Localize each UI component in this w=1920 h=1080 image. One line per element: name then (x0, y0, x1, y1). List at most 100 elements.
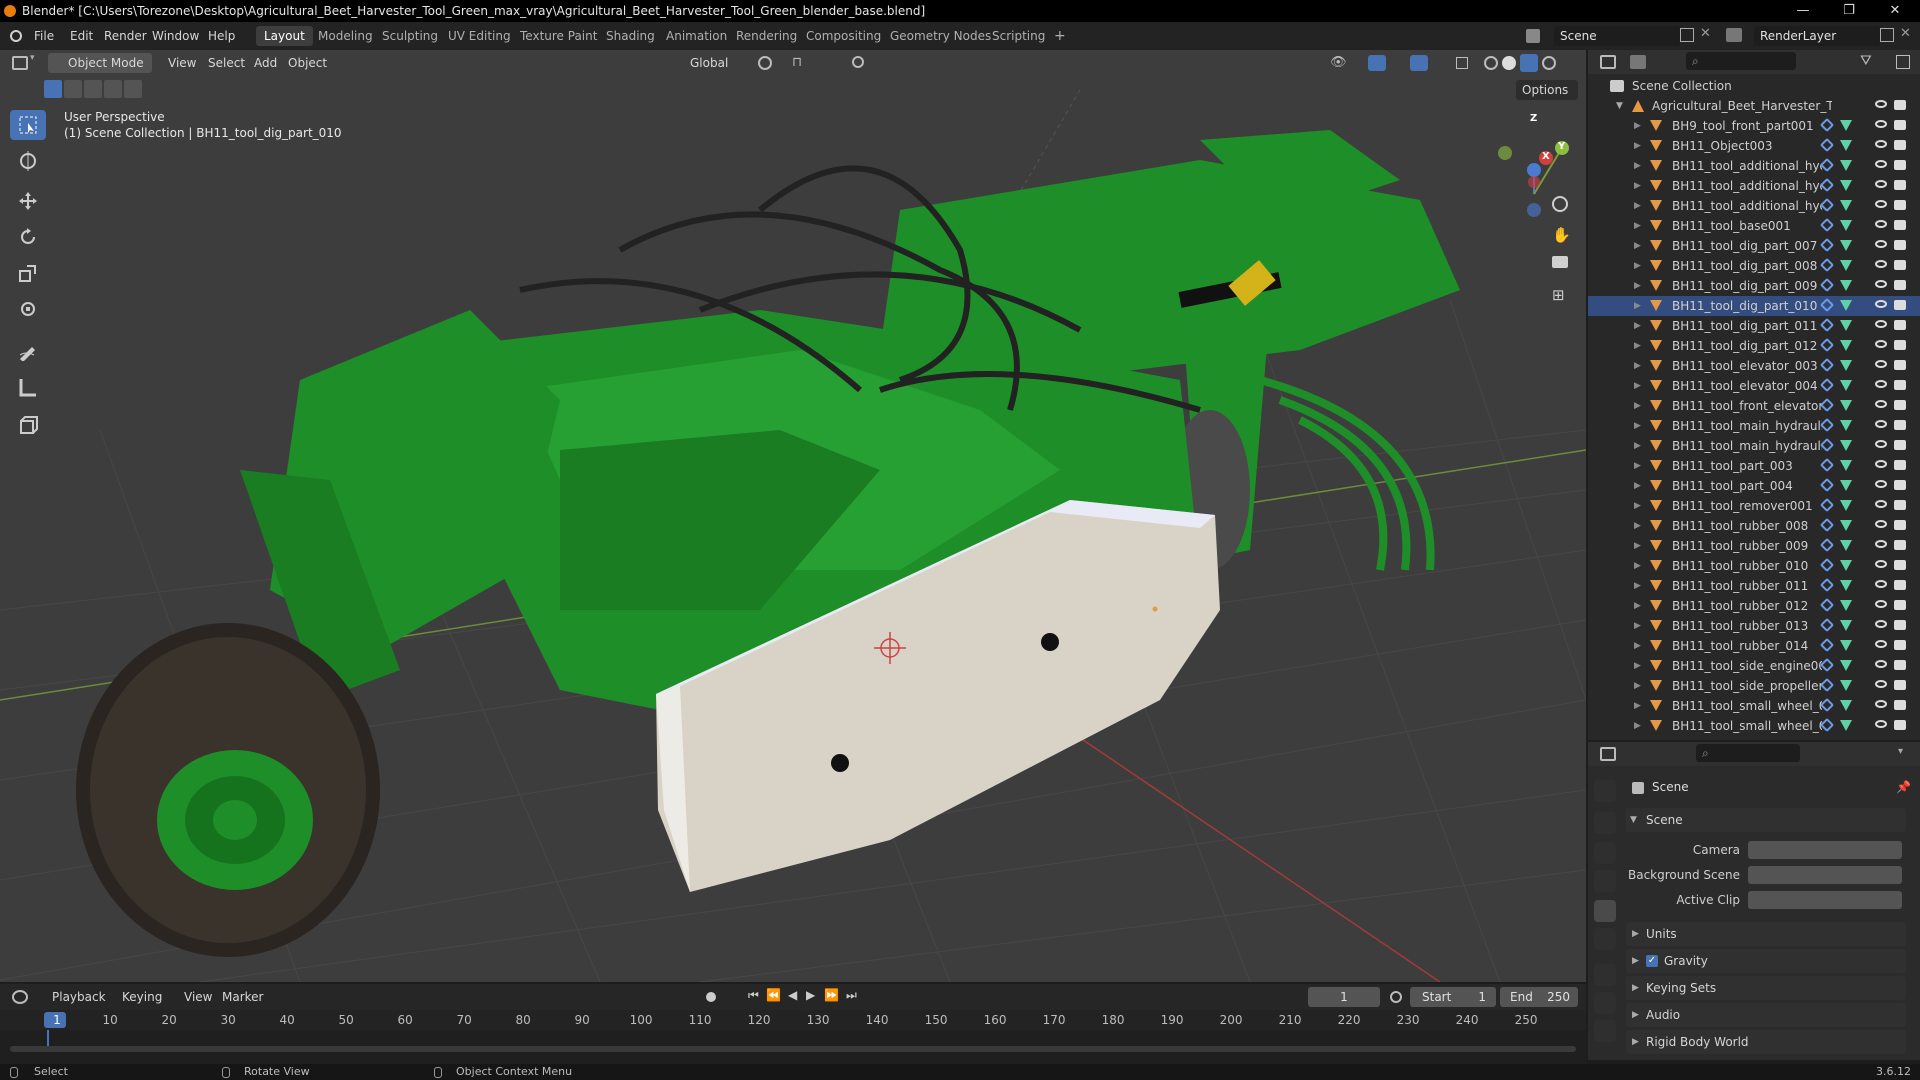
delete-scene-icon[interactable]: ✕ (1700, 26, 1711, 41)
new-scene-icon[interactable] (1680, 28, 1694, 42)
render-camera-icon[interactable] (1894, 660, 1906, 670)
render-camera-icon[interactable] (1894, 720, 1906, 730)
expand-chevron-icon[interactable]: ▶ (1634, 116, 1641, 136)
timeline-editor-icon[interactable] (12, 990, 28, 1004)
outliner-item[interactable]: ▶ BH11_tool_dig_part_010 (1588, 296, 1920, 316)
snap-icon[interactable]: ⊓ (792, 55, 802, 70)
modifier-icon[interactable] (1819, 637, 1835, 653)
render-camera-icon[interactable] (1894, 220, 1906, 230)
mesh-data-icon[interactable] (1840, 180, 1852, 191)
modifier-icon[interactable] (1819, 577, 1835, 593)
visibility-eye-icon[interactable] (1875, 220, 1887, 228)
expand-chevron-icon[interactable]: ▶ (1634, 656, 1641, 676)
render-camera-icon[interactable] (1894, 460, 1906, 470)
new-collection-icon[interactable] (1896, 55, 1910, 69)
expand-chevron-icon[interactable]: ▶ (1634, 376, 1641, 396)
properties-options-chevron-icon[interactable]: ▾ (1898, 746, 1903, 757)
mesh-data-icon[interactable] (1840, 320, 1852, 331)
pivot-icon[interactable] (758, 56, 772, 70)
tab-scripting[interactable]: Scripting (984, 26, 1053, 46)
tab-uv-editing[interactable]: UV Editing (440, 26, 519, 46)
menu-file[interactable]: File (34, 22, 54, 50)
outliner-item[interactable]: ▶ BH11_tool_dig_part_008 (1588, 256, 1920, 276)
object-tab-icon[interactable] (1594, 964, 1616, 986)
modifier-icon[interactable] (1819, 397, 1835, 413)
visibility-eye-icon[interactable] (1875, 340, 1887, 348)
expand-chevron-icon[interactable]: ▶ (1634, 696, 1641, 716)
modifier-icon[interactable] (1819, 117, 1835, 133)
visibility-eye-icon[interactable] (1875, 180, 1887, 188)
tab-compositing[interactable]: Compositing (798, 26, 889, 46)
render-camera-icon[interactable] (1894, 500, 1906, 510)
outliner-item[interactable]: ▶ BH9_tool_front_part001 (1588, 116, 1920, 136)
visibility-eye-icon[interactable] (1875, 560, 1887, 568)
timeline-menu-view[interactable]: View (184, 987, 212, 1007)
visibility-eye-icon[interactable] (1875, 540, 1887, 548)
mesh-data-icon[interactable] (1840, 520, 1852, 531)
mesh-data-icon[interactable] (1840, 340, 1852, 351)
visibility-eye-icon[interactable] (1875, 160, 1887, 168)
modifier-icon[interactable] (1819, 417, 1835, 433)
particles-tab-icon[interactable] (1594, 1020, 1616, 1042)
render-camera-icon[interactable] (1894, 420, 1906, 430)
transform-orientation-selector[interactable]: Global (670, 53, 746, 73)
record-icon[interactable] (706, 992, 716, 1002)
render-camera-icon[interactable] (1894, 600, 1906, 610)
modifier-icon[interactable] (1819, 677, 1835, 693)
outliner-item[interactable]: ▶ BH11_tool_rubber_012 (1588, 596, 1920, 616)
gizmo-toggle-icon[interactable] (1368, 55, 1386, 71)
shading-material-icon[interactable] (1520, 54, 1538, 72)
cursor-tool[interactable] (10, 146, 46, 176)
jump-end-icon[interactable]: ⏭ (846, 988, 857, 1003)
timeline-scrollbar[interactable] (10, 1046, 1576, 1052)
shading-wireframe-icon[interactable] (1484, 56, 1498, 70)
mesh-data-icon[interactable] (1840, 260, 1852, 271)
scale-tool[interactable] (10, 258, 46, 288)
select-intersect-icon[interactable] (124, 80, 142, 98)
modifier-icon[interactable] (1819, 657, 1835, 673)
visibility-eye-icon[interactable] (1875, 640, 1887, 648)
expand-chevron-icon[interactable]: ▶ (1634, 136, 1641, 156)
mesh-data-icon[interactable] (1840, 120, 1852, 131)
render-camera-icon[interactable] (1894, 160, 1906, 170)
outliner-item[interactable]: ▶ BH11_tool_additional_hydraulic_00 (1588, 196, 1920, 216)
select-box-tool[interactable] (10, 110, 46, 140)
outliner-search-input[interactable]: ⌕ (1686, 52, 1796, 70)
modifier-icon[interactable] (1819, 437, 1835, 453)
render-camera-icon[interactable] (1894, 180, 1906, 190)
expand-chevron-icon[interactable]: ▶ (1634, 356, 1641, 376)
mesh-data-icon[interactable] (1840, 220, 1852, 231)
visibility-eye-icon[interactable] (1875, 440, 1887, 448)
mesh-data-icon[interactable] (1840, 460, 1852, 471)
outliner-item[interactable]: ▶ BH11_tool_additional_hydraulic_00 (1588, 176, 1920, 196)
modifier-icon[interactable] (1819, 277, 1835, 293)
panel-gravity[interactable]: ▶ ✓ Gravity (1626, 949, 1906, 973)
clock-icon[interactable] (1390, 991, 1402, 1003)
render-camera-icon[interactable] (1894, 440, 1906, 450)
modifier-icon[interactable] (1819, 537, 1835, 553)
mesh-data-icon[interactable] (1840, 680, 1852, 691)
modifier-icon[interactable] (1819, 377, 1835, 393)
render-camera-icon[interactable] (1894, 100, 1906, 110)
viewport-menu-select[interactable]: Select (208, 53, 245, 73)
camera-field[interactable] (1748, 841, 1902, 859)
mesh-data-icon[interactable] (1840, 620, 1852, 631)
expand-chevron-icon[interactable]: ▶ (1634, 436, 1641, 456)
next-keyframe-icon[interactable]: ⏩ (824, 988, 839, 1002)
panel-scene[interactable]: ▼ Scene (1626, 808, 1906, 832)
tab-layout[interactable]: Layout (256, 26, 313, 46)
render-camera-icon[interactable] (1894, 640, 1906, 650)
visibility-eye-icon[interactable] (1875, 280, 1887, 288)
modifier-icon[interactable] (1819, 317, 1835, 333)
modifier-icon[interactable] (1819, 497, 1835, 513)
panel-audio[interactable]: ▶ Audio (1626, 1003, 1906, 1027)
modifier-icon[interactable] (1819, 477, 1835, 493)
visibility-eye-icon[interactable] (1875, 300, 1887, 308)
pin-icon[interactable]: 📌 (1896, 780, 1911, 794)
visibility-eye-icon[interactable] (1875, 460, 1887, 468)
expand-chevron-icon[interactable]: ▶ (1634, 156, 1641, 176)
ortho-grid-icon[interactable]: ⊞ (1552, 286, 1565, 304)
modifier-icon[interactable] (1819, 557, 1835, 573)
render-camera-icon[interactable] (1894, 580, 1906, 590)
mesh-data-icon[interactable] (1840, 720, 1852, 731)
